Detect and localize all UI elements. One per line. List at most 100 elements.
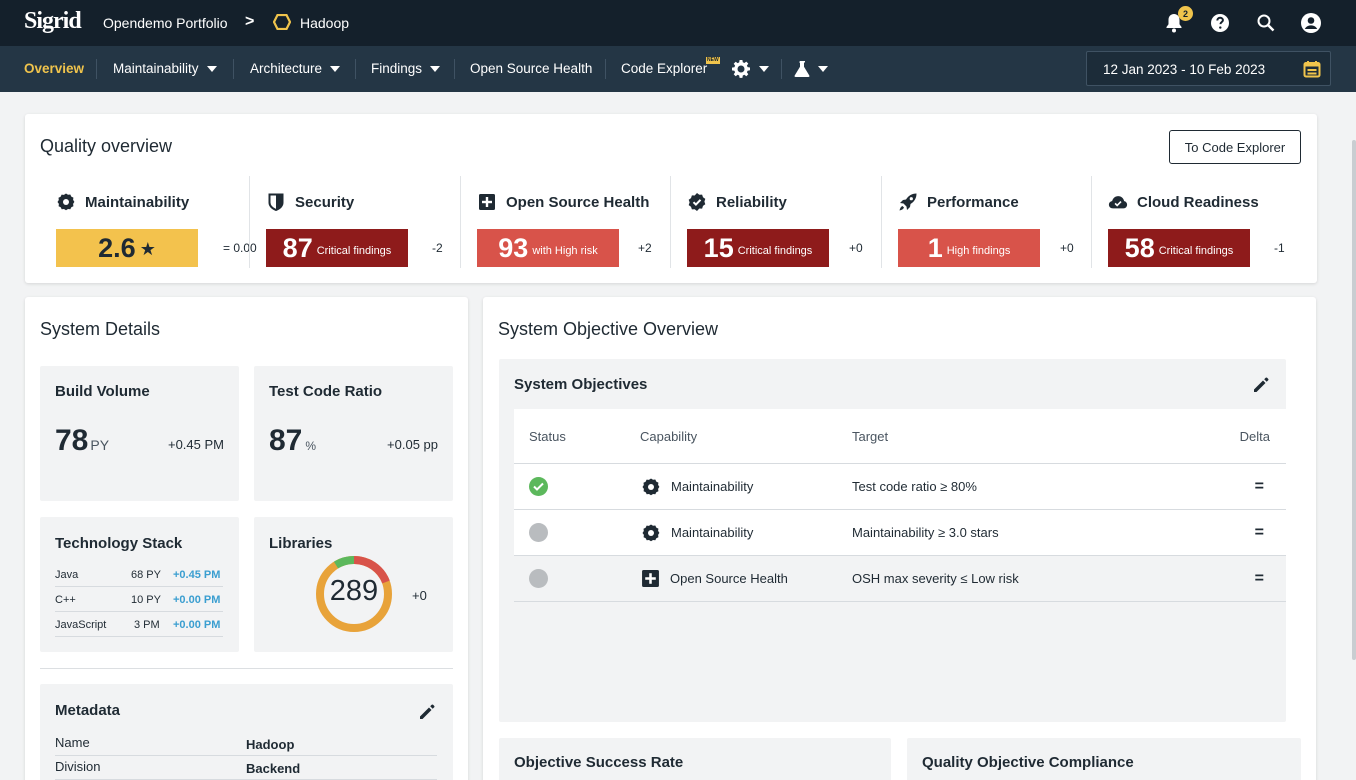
to-code-explorer-button[interactable]: To Code Explorer — [1169, 130, 1301, 164]
table-row[interactable]: Maintainability Maintainability ≥ 3.0 st… — [514, 510, 1286, 556]
metric-name: Maintainability — [85, 193, 190, 211]
tab-code-explorer[interactable]: Code Explorer — [621, 61, 707, 76]
plus-box-icon — [642, 570, 659, 587]
build-volume-delta: +0.45 PM — [167, 437, 224, 452]
metric-name: Security — [295, 193, 355, 211]
search-icon[interactable] — [1255, 12, 1277, 34]
help-icon[interactable] — [1209, 12, 1231, 34]
libraries-count: 289 — [329, 575, 379, 607]
tab-open-source-health[interactable]: Open Source Health — [470, 61, 592, 76]
column-header-status: Status — [529, 428, 566, 444]
metric-security[interactable]: Security 87 Critical findings -2 — [266, 176, 476, 268]
build-volume-unit: PY — [90, 437, 110, 453]
metric-delta: -1 — [1274, 241, 1285, 255]
date-range-picker[interactable]: 12 Jan 2023 - 10 Feb 2023 — [1086, 51, 1331, 86]
metric-delta: +0 — [849, 241, 863, 255]
libraries-tile[interactable]: Libraries 289 +0 — [254, 517, 453, 652]
performance-score[interactable]: 1 High findings — [898, 229, 1040, 267]
build-volume-value: 78 — [55, 424, 89, 457]
metric-maintainability[interactable]: Maintainability 2.6 ★ = 0.00 — [56, 176, 266, 268]
breadcrumb-separator-icon: > — [245, 13, 255, 30]
quality-overview-card: Quality overview To Code Explorer Mainta… — [25, 114, 1317, 283]
tab-architecture-label: Architecture — [250, 61, 323, 76]
chevron-down-icon — [818, 66, 828, 72]
capability-cell: Maintainability — [641, 510, 753, 555]
maintainability-score[interactable]: 2.6 ★ — [56, 229, 198, 267]
calendar-icon[interactable] — [1303, 60, 1321, 83]
status-cell — [529, 464, 548, 509]
metric-reliability[interactable]: Reliability 15 Critical findings +0 — [687, 176, 897, 268]
status-unknown-icon — [529, 523, 548, 542]
maintainability-icon — [56, 192, 76, 212]
tab-architecture[interactable]: Architecture — [250, 61, 341, 76]
score-value: 2.6 — [98, 232, 136, 263]
system-hexagon-icon — [272, 13, 292, 35]
metric-header: Performance — [898, 192, 1019, 212]
metric-delta: +2 — [638, 241, 652, 255]
delta-cell: = — [1254, 569, 1264, 587]
build-volume-title: Build Volume — [55, 383, 150, 400]
quality-overview-title: Quality overview — [40, 136, 173, 156]
table-row[interactable]: Maintainability Test code ratio ≥ 80% = — [514, 464, 1286, 510]
reliability-score[interactable]: 15 Critical findings — [687, 229, 829, 267]
tech-volume: 3 PM — [134, 619, 160, 631]
edit-pencil-icon[interactable] — [418, 703, 436, 726]
metric-performance[interactable]: Performance 1 High findings +0 — [898, 176, 1108, 268]
metric-delta: = 0.00 — [223, 241, 257, 255]
score-note: Critical findings — [1158, 245, 1234, 257]
edit-pencil-icon[interactable] — [1252, 376, 1270, 399]
score-value: 58 — [1124, 232, 1155, 263]
metric-delta: -2 — [432, 241, 443, 255]
status-unknown-icon — [529, 569, 548, 588]
labs-menu[interactable] — [794, 60, 828, 78]
target-cell: Test code ratio ≥ 80% — [852, 479, 977, 494]
technology-stack-title: Technology Stack — [55, 535, 183, 552]
build-volume-tile[interactable]: Build Volume 78 PY +0.45 PM — [40, 366, 239, 501]
tab-overview-label: Overview — [24, 61, 85, 76]
objectives-table-header: Status Capability Target Delta — [514, 409, 1286, 464]
nav-divider — [355, 59, 356, 79]
sigrid-logo[interactable]: Sigrid — [24, 8, 82, 35]
tab-maintainability[interactable]: Maintainability — [113, 61, 217, 76]
plus-box-icon — [477, 192, 497, 212]
metadata-key: Name — [55, 735, 90, 750]
metric-header: Maintainability — [56, 192, 189, 212]
target-cell: Maintainability ≥ 3.0 stars — [852, 525, 999, 540]
security-score[interactable]: 87 Critical findings — [266, 229, 408, 267]
breadcrumb-portfolio[interactable]: Opendemo Portfolio — [103, 15, 228, 31]
settings-menu[interactable] — [731, 59, 769, 79]
tech-row-cpp: C++ 10 PY +0.00 PM — [55, 588, 223, 612]
tech-row-java: Java 68 PY +0.45 PM — [55, 563, 223, 587]
tab-findings-label: Findings — [371, 61, 423, 76]
breadcrumb-system[interactable]: Hadoop — [300, 15, 349, 31]
nav-divider — [233, 59, 234, 79]
tab-osh-label: Open Source Health — [470, 61, 593, 76]
target-cell: OSH max severity ≤ Low risk — [852, 571, 1019, 586]
metric-cloud-readiness[interactable]: Cloud Readiness 58 Critical findings -1 — [1108, 176, 1318, 268]
score-note: Critical findings — [737, 245, 813, 257]
metric-open-source-health[interactable]: Open Source Health 93 with High risk +2 — [477, 176, 687, 268]
tech-delta: +0.00 PM — [173, 619, 221, 631]
test-code-ratio-tile[interactable]: Test Code Ratio 87 % +0.05 pp — [254, 366, 453, 501]
system-objectives-panel: System Objectives Status Capability Targ… — [499, 359, 1286, 722]
tech-name: Java — [55, 569, 79, 581]
metric-name: Cloud Readiness — [1137, 193, 1259, 211]
chevron-down-icon — [330, 65, 341, 72]
technology-stack-tile[interactable]: Technology Stack Java 68 PY +0.45 PM C++… — [40, 517, 239, 652]
account-icon[interactable] — [1300, 12, 1322, 34]
test-code-ratio-value: 87 — [269, 424, 303, 457]
tab-overview[interactable]: Overview — [24, 61, 84, 76]
nav-bar: Overview Maintainability Architecture Fi… — [0, 46, 1356, 92]
tab-findings[interactable]: Findings — [371, 61, 441, 76]
test-code-ratio-title: Test Code Ratio — [269, 383, 383, 400]
metric-delta: +0 — [1060, 241, 1074, 255]
nav-divider — [781, 59, 782, 79]
osh-score[interactable]: 93 with High risk — [477, 229, 619, 267]
metadata-key: Division — [55, 759, 101, 774]
cloud-readiness-score[interactable]: 58 Critical findings — [1108, 229, 1250, 267]
system-details-title: System Details — [40, 319, 161, 339]
shield-icon — [266, 192, 286, 212]
table-row[interactable]: Open Source Health OSH max severity ≤ Lo… — [514, 556, 1286, 602]
page-scrollbar[interactable] — [1352, 140, 1356, 660]
column-header-capability: Capability — [640, 428, 698, 444]
